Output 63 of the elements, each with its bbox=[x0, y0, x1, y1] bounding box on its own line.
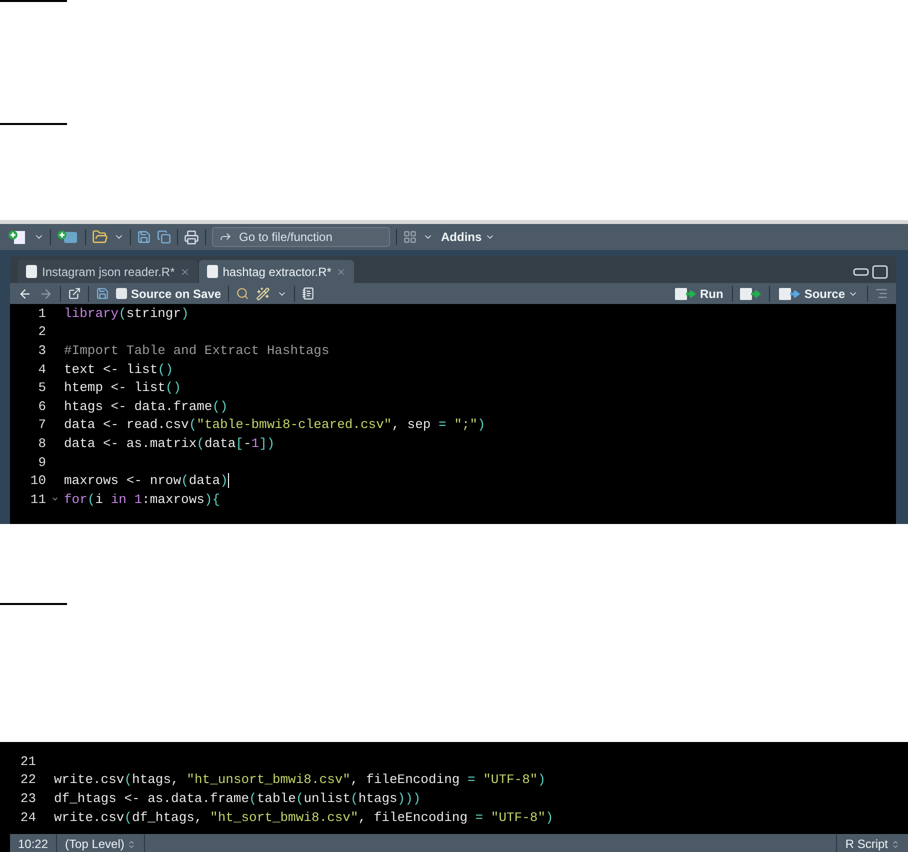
code-line: df_htags <- as.data.frame(table(unlist(htags))) bbox=[54, 790, 421, 806]
updown-icon[interactable] bbox=[891, 840, 900, 848]
line-number: 21 bbox=[19, 754, 36, 769]
outline-icon[interactable] bbox=[875, 287, 888, 300]
file-tab[interactable]: Instagram json reader.R* bbox=[18, 260, 198, 283]
code-line: data <- read.csv("table-bmwi8-cleared.csv", sep = ";") bbox=[64, 417, 486, 432]
line-number: 11 bbox=[29, 492, 46, 507]
addins-menu[interactable]: Addins bbox=[439, 230, 497, 244]
print-icon[interactable] bbox=[184, 230, 199, 244]
maximize-icon[interactable] bbox=[872, 265, 888, 279]
line-number: 9 bbox=[37, 454, 46, 470]
updown-icon[interactable] bbox=[127, 840, 136, 848]
save-icon[interactable] bbox=[137, 230, 151, 244]
code-line: htags <- data.frame() bbox=[64, 398, 228, 414]
cursor-position: 10:22 bbox=[10, 834, 58, 852]
line-number: 5 bbox=[37, 380, 46, 396]
line-number: 3 bbox=[37, 342, 46, 358]
code-line: #Import Table and Extract Hashtags bbox=[64, 342, 330, 358]
code-line: write.csv(df_htags, "ht_sort_bmwi8.csv", fileEncoding = "UTF-8") bbox=[54, 810, 554, 825]
code-line: htemp <- list() bbox=[64, 380, 182, 396]
new-project-icon[interactable] bbox=[57, 230, 79, 244]
close-icon[interactable] bbox=[180, 266, 190, 276]
source-button[interactable]: Source bbox=[777, 286, 860, 300]
wand-icon[interactable] bbox=[256, 286, 270, 300]
scope-selector[interactable]: (Top Level) bbox=[57, 834, 146, 852]
grid-icon[interactable] bbox=[403, 230, 417, 244]
forward-icon[interactable] bbox=[39, 286, 53, 300]
line-number: 24 bbox=[19, 810, 36, 825]
line-number: 2 bbox=[37, 324, 46, 340]
r-file-icon bbox=[26, 265, 37, 278]
line-number: 8 bbox=[37, 436, 46, 451]
minimize-icon[interactable] bbox=[853, 268, 869, 276]
go-to-file-field[interactable]: Go to file/function bbox=[212, 227, 390, 247]
line-number: 1 bbox=[37, 306, 46, 321]
code-line: write.csv(htags, "ht_unsort_bmwi8.csv", fileEncoding = "UTF-8") bbox=[54, 772, 546, 788]
r-file-icon bbox=[206, 265, 218, 278]
line-number: 22 bbox=[19, 772, 36, 788]
run-icon[interactable] bbox=[674, 286, 697, 300]
search-icon[interactable] bbox=[236, 287, 250, 300]
new-file-icon[interactable] bbox=[8, 230, 28, 244]
save-all-icon[interactable] bbox=[157, 230, 171, 244]
rerun-icon[interactable] bbox=[740, 286, 762, 300]
source-on-save-checkbox[interactable]: Source on Save bbox=[116, 286, 222, 300]
source-icon[interactable] bbox=[779, 286, 802, 300]
file-tab[interactable]: hashtag extractor.R* bbox=[198, 260, 354, 283]
line-number: 23 bbox=[19, 790, 36, 806]
arrow-icon bbox=[219, 230, 232, 243]
back-icon[interactable] bbox=[18, 286, 32, 300]
code-line: data <- as.matrix(data[-1]) bbox=[64, 436, 275, 451]
code-line: text <- list() bbox=[64, 362, 174, 377]
open-folder-icon[interactable] bbox=[92, 229, 108, 245]
line-number: 7 bbox=[37, 417, 46, 432]
file-type-selector[interactable]: R Script bbox=[836, 834, 908, 852]
code-line: for(i in 1:maxrows){ bbox=[64, 492, 220, 507]
code-line: maxrows <- nrow(data) bbox=[64, 473, 229, 488]
code-line: library(stringr) bbox=[64, 306, 189, 321]
save-icon[interactable] bbox=[96, 287, 109, 300]
line-number: 6 bbox=[37, 398, 46, 414]
show-in-window-icon[interactable] bbox=[68, 287, 81, 300]
line-number: 4 bbox=[37, 362, 46, 377]
line-number: 10 bbox=[29, 473, 46, 488]
run-button[interactable]: Run bbox=[672, 286, 726, 300]
notebook-icon[interactable] bbox=[302, 287, 316, 300]
